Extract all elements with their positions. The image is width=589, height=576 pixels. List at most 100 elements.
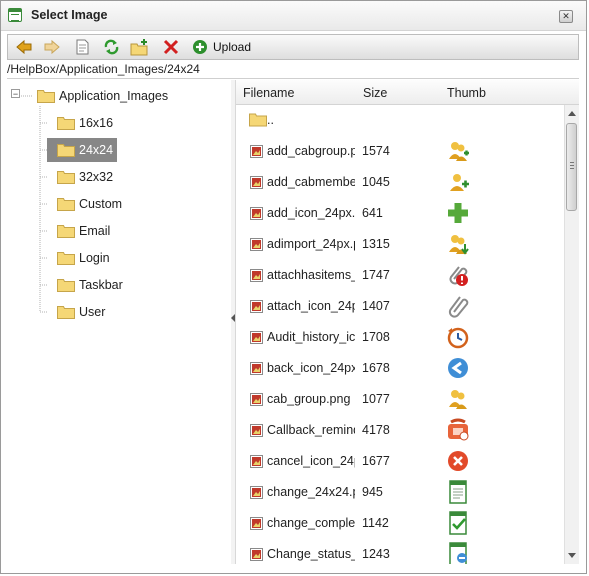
file-list: Filename Size Thumb .. add_cabgroup.png 1… [236, 80, 579, 564]
folder-icon [57, 117, 75, 130]
file-row[interactable]: attach_icon_24px.png 1407 [236, 291, 564, 322]
file-name: Change_status_icon.png [267, 547, 355, 561]
paperclip-icon [448, 296, 469, 318]
file-size: 1142 [362, 516, 389, 530]
close-button[interactable]: ✕ [559, 10, 573, 23]
image-file-icon [250, 331, 263, 344]
arrow-left-icon [16, 39, 32, 55]
tree-item-user[interactable]: User [51, 301, 141, 323]
properties-button[interactable] [74, 39, 90, 56]
attachment-alert-icon [449, 266, 468, 286]
column-header-size[interactable]: Size [363, 86, 387, 100]
tree-item-email[interactable]: Email [51, 220, 141, 242]
file-name: cancel_icon_24px.png [267, 454, 355, 468]
column-header-thumb[interactable]: Thumb [447, 86, 486, 100]
file-row[interactable]: Change_status_icon.png 1243 [236, 539, 564, 564]
file-row[interactable]: back_icon_24px.png 1678 [236, 353, 564, 384]
forward-button[interactable] [44, 39, 60, 56]
refresh-button[interactable] [103, 39, 120, 56]
tree-item-32x32[interactable]: 32x32 [51, 166, 121, 188]
file-row[interactable]: change_complete.png 1142 [236, 508, 564, 539]
file-size: 1077 [362, 392, 390, 406]
folder-icon [249, 113, 267, 127]
scroll-thumb[interactable] [566, 123, 577, 211]
parent-folder-label: .. [267, 113, 274, 127]
refresh-icon [104, 39, 119, 55]
file-row[interactable]: Callback_reminder.png 4178 [236, 415, 564, 446]
file-row[interactable]: add_cabmember.png 1045 [236, 167, 564, 198]
tree-item-16x16[interactable]: 16x16 [51, 112, 121, 134]
image-file-icon [250, 238, 263, 251]
image-file-icon [250, 176, 263, 189]
file-row[interactable]: add_cabgroup.png 1574 [236, 136, 564, 167]
file-row[interactable]: cab_group.png 1077 [236, 384, 564, 415]
file-name: change_24x24.png [267, 485, 355, 499]
image-file-icon [250, 548, 263, 561]
add-member-icon [450, 174, 469, 191]
file-row[interactable]: add_icon_24px.png 641 [236, 198, 564, 229]
file-size: 4178 [362, 423, 390, 437]
add-group-icon [449, 142, 469, 161]
image-file-icon [250, 145, 263, 158]
file-size: 1708 [362, 330, 390, 344]
file-name: add_icon_24px.png [267, 206, 355, 220]
checklist-icon [449, 511, 467, 535]
new-folder-button[interactable] [130, 39, 150, 56]
tree-item-label: Login [79, 251, 110, 265]
image-file-icon [250, 393, 263, 406]
file-size: 1678 [362, 361, 390, 375]
image-file-icon [250, 269, 263, 282]
back-button[interactable] [16, 39, 32, 56]
scroll-up-icon[interactable] [568, 111, 576, 116]
tree-item-24x24[interactable]: 24x24 [47, 138, 117, 162]
file-row[interactable]: cancel_icon_24px.png 1677 [236, 446, 564, 477]
select-image-dialog: Select Image ✕ Upload /HelpBox/Applicati… [0, 0, 587, 574]
image-file-icon [250, 362, 263, 375]
vertical-scrollbar[interactable] [564, 105, 579, 564]
column-header-filename[interactable]: Filename [243, 86, 294, 100]
delete-icon [163, 39, 179, 55]
tree-item-label: User [79, 305, 106, 319]
image-file-icon [250, 486, 263, 499]
tree-item-label: Application_Images [59, 89, 169, 103]
file-size: 1045 [362, 175, 390, 189]
file-name: back_icon_24px.png [267, 361, 355, 375]
folder-icon [57, 144, 75, 157]
file-row[interactable]: adimport_24px.png 1315 [236, 229, 564, 260]
scroll-down-icon[interactable] [568, 553, 576, 558]
status-document-icon [449, 542, 467, 564]
file-size: 1315 [362, 237, 390, 251]
title-bar: Select Image ✕ [1, 1, 586, 31]
back-arrow-icon [448, 358, 468, 378]
tree-item-label: Custom [79, 197, 123, 211]
file-row[interactable]: Audit_history_icon.png 1708 [236, 322, 564, 353]
file-name: cab_group.png [267, 392, 351, 406]
collapse-arrow-icon[interactable] [231, 314, 235, 322]
file-size: 641 [362, 206, 383, 220]
dialog-icon [8, 8, 22, 22]
parent-folder-row[interactable]: .. [236, 105, 564, 136]
folder-tree: − Application_Images 16x16 24x24 32x32 C… [7, 80, 232, 564]
tree-item-taskbar[interactable]: Taskbar [51, 274, 141, 296]
current-path: /HelpBox/Application_Images/24x24 [7, 61, 579, 79]
folder-icon [57, 252, 75, 265]
tree-item-label: Email [79, 224, 111, 238]
tree-lines [21, 95, 47, 313]
upload-button[interactable]: Upload [192, 39, 262, 56]
toolbar: Upload [7, 34, 579, 60]
tree-item-application-images[interactable]: Application_Images [33, 85, 183, 107]
file-size: 1677 [362, 454, 390, 468]
tree-item-custom[interactable]: Custom [51, 193, 141, 215]
file-row[interactable]: attachhasitems_icon.png 1747 [236, 260, 564, 291]
tree-item-label: 32x32 [79, 170, 114, 184]
file-list-header: Filename Size Thumb [236, 80, 579, 105]
delete-button[interactable] [163, 39, 179, 56]
file-row[interactable]: change_24x24.png 945 [236, 477, 564, 508]
image-file-icon [250, 424, 263, 437]
folder-icon [37, 90, 55, 103]
grip-line [570, 162, 574, 163]
document-icon [76, 39, 89, 55]
tree-collapse-toggle[interactable]: − [11, 89, 20, 99]
tree-item-login[interactable]: Login [51, 247, 141, 269]
import-users-icon [449, 235, 469, 255]
